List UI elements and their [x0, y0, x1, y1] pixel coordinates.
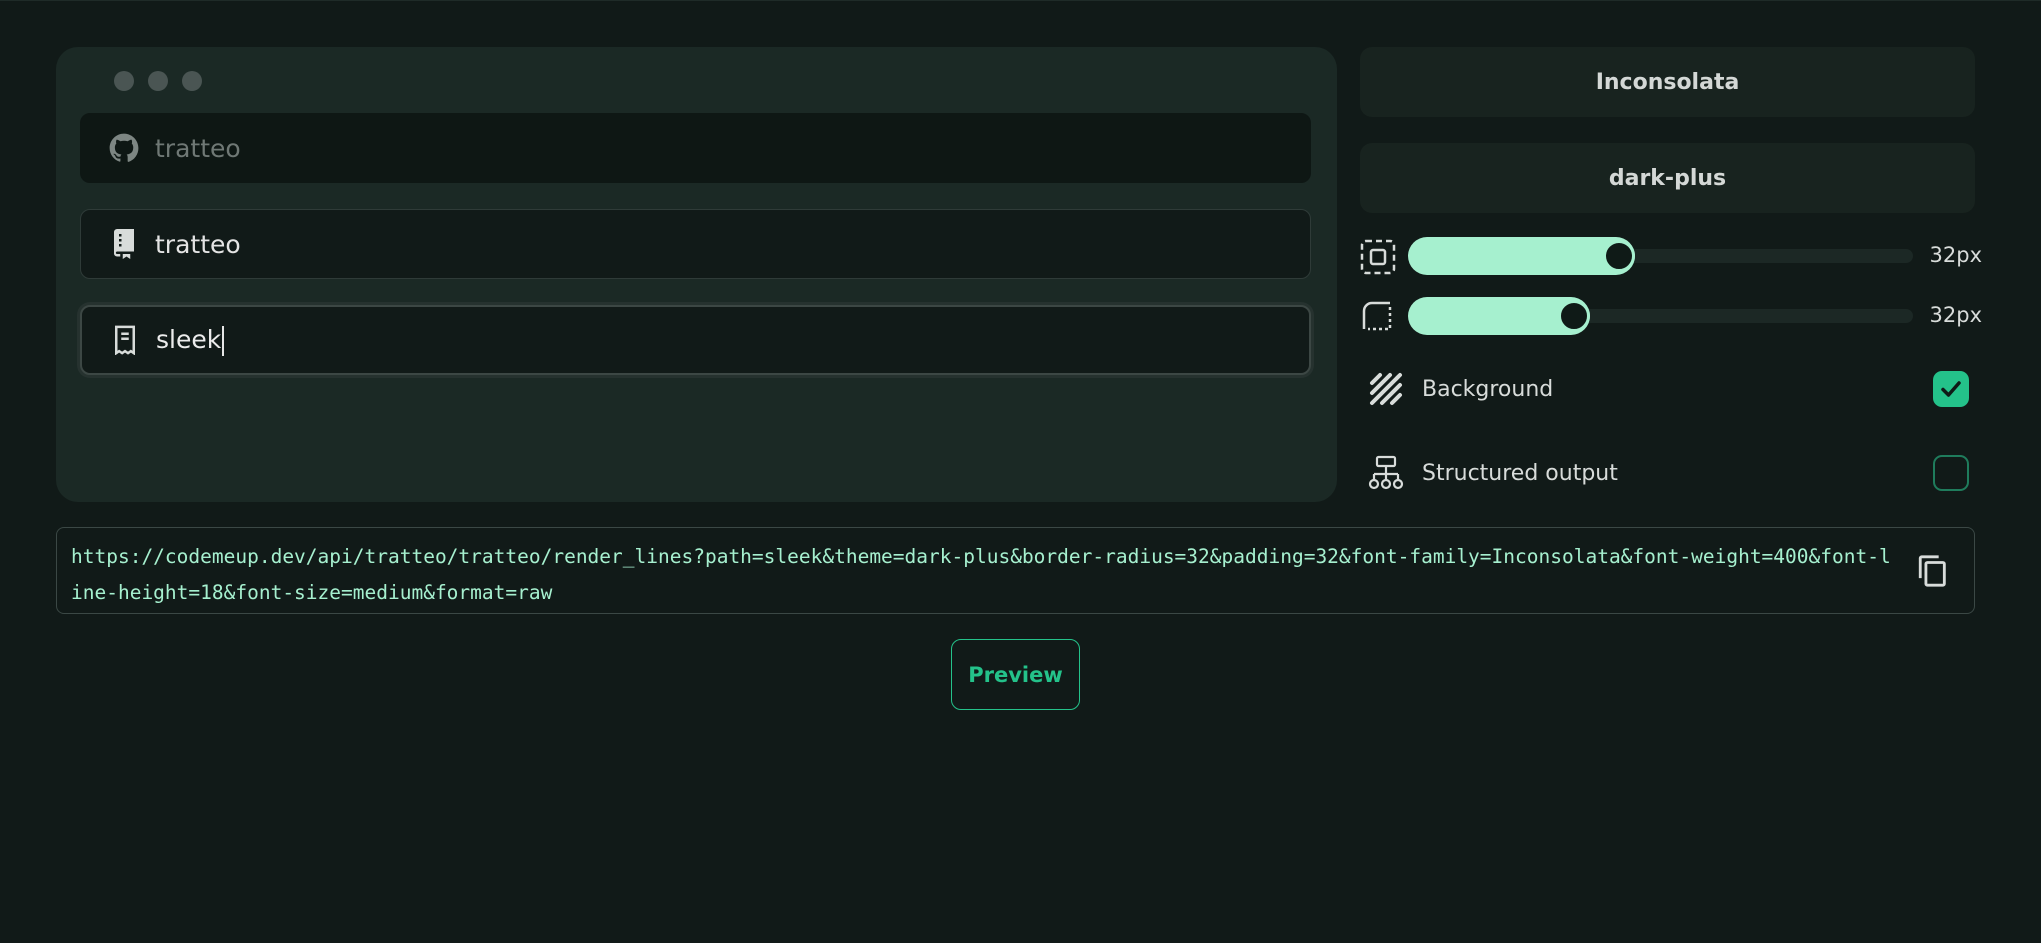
generated-url-box[interactable]: https://codemeup.dev/api/tratteo/tratteo… — [56, 527, 1975, 614]
text-caret — [222, 325, 225, 356]
copy-icon[interactable] — [1916, 554, 1950, 588]
background-label: Background — [1422, 376, 1554, 402]
generated-url[interactable]: https://codemeup.dev/api/tratteo/tratteo… — [71, 539, 1901, 611]
structured-output-toggle-row: Structured output — [1360, 451, 1975, 495]
window-dots — [114, 71, 202, 91]
padding-slider-row: 32px — [1360, 237, 1982, 277]
repo-book-icon — [109, 229, 139, 259]
theme-select[interactable]: dark-plus — [1360, 143, 1975, 213]
padding-slider-handle[interactable] — [1603, 240, 1636, 272]
path-input[interactable]: sleek — [80, 305, 1311, 375]
padding-value: 32px — [1929, 243, 1982, 267]
check-icon — [1941, 381, 1961, 397]
owner-input[interactable]: tratteo — [80, 113, 1311, 183]
padding-slider-fill — [1408, 237, 1636, 275]
border-radius-icon — [1360, 299, 1396, 335]
window-dot — [148, 71, 168, 91]
repo-input-panel: tratteo tratteo sleek — [56, 47, 1337, 502]
structured-output-label: Structured output — [1422, 460, 1618, 486]
border-radius-slider-row: 32px — [1360, 297, 1982, 337]
structure-tree-icon — [1368, 455, 1404, 491]
window-dot — [182, 71, 202, 91]
window-dot — [114, 71, 134, 91]
repo-input-value: tratteo — [155, 229, 241, 259]
github-icon — [109, 133, 139, 163]
preview-button[interactable]: Preview — [951, 639, 1080, 710]
top-divider — [0, 0, 2041, 1]
repo-input[interactable]: tratteo — [80, 209, 1311, 279]
padding-icon — [1360, 239, 1396, 275]
path-input-value: sleek — [156, 325, 225, 356]
border-radius-value: 32px — [1929, 303, 1982, 327]
file-document-icon — [110, 325, 140, 355]
background-toggle-row: Background — [1360, 367, 1975, 411]
background-checkbox[interactable] — [1933, 371, 1969, 407]
owner-input-value: tratteo — [155, 133, 241, 163]
background-pattern-icon — [1368, 371, 1404, 407]
structured-output-checkbox[interactable] — [1933, 455, 1969, 491]
border-radius-slider-handle[interactable] — [1557, 300, 1590, 332]
font-family-select[interactable]: Inconsolata — [1360, 47, 1975, 117]
